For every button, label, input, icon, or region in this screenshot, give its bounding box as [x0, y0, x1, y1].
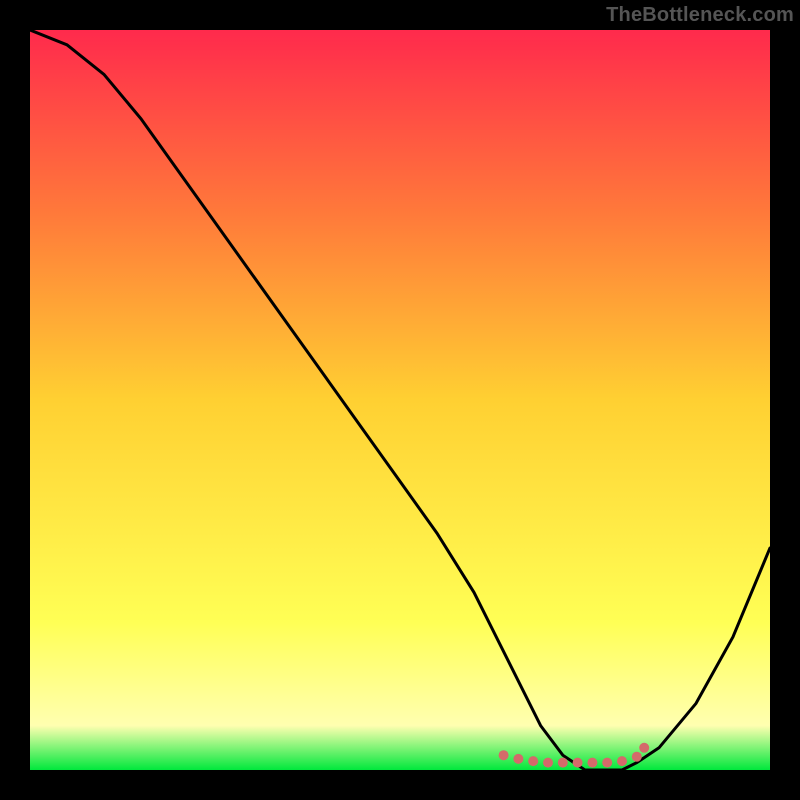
marker-dot — [543, 758, 553, 768]
marker-dot — [632, 752, 642, 762]
marker-dot — [587, 758, 597, 768]
chart-frame: TheBottleneck.com — [0, 0, 800, 800]
marker-dot — [617, 756, 627, 766]
marker-dot — [528, 756, 538, 766]
chart-svg — [30, 30, 770, 770]
marker-dot — [499, 750, 509, 760]
marker-dot — [602, 758, 612, 768]
marker-dot — [639, 743, 649, 753]
watermark-label: TheBottleneck.com — [606, 4, 794, 27]
marker-dot — [558, 758, 568, 768]
gradient-background — [30, 30, 770, 770]
marker-dot — [513, 754, 523, 764]
plot-area — [30, 30, 770, 770]
marker-dot — [573, 758, 583, 768]
